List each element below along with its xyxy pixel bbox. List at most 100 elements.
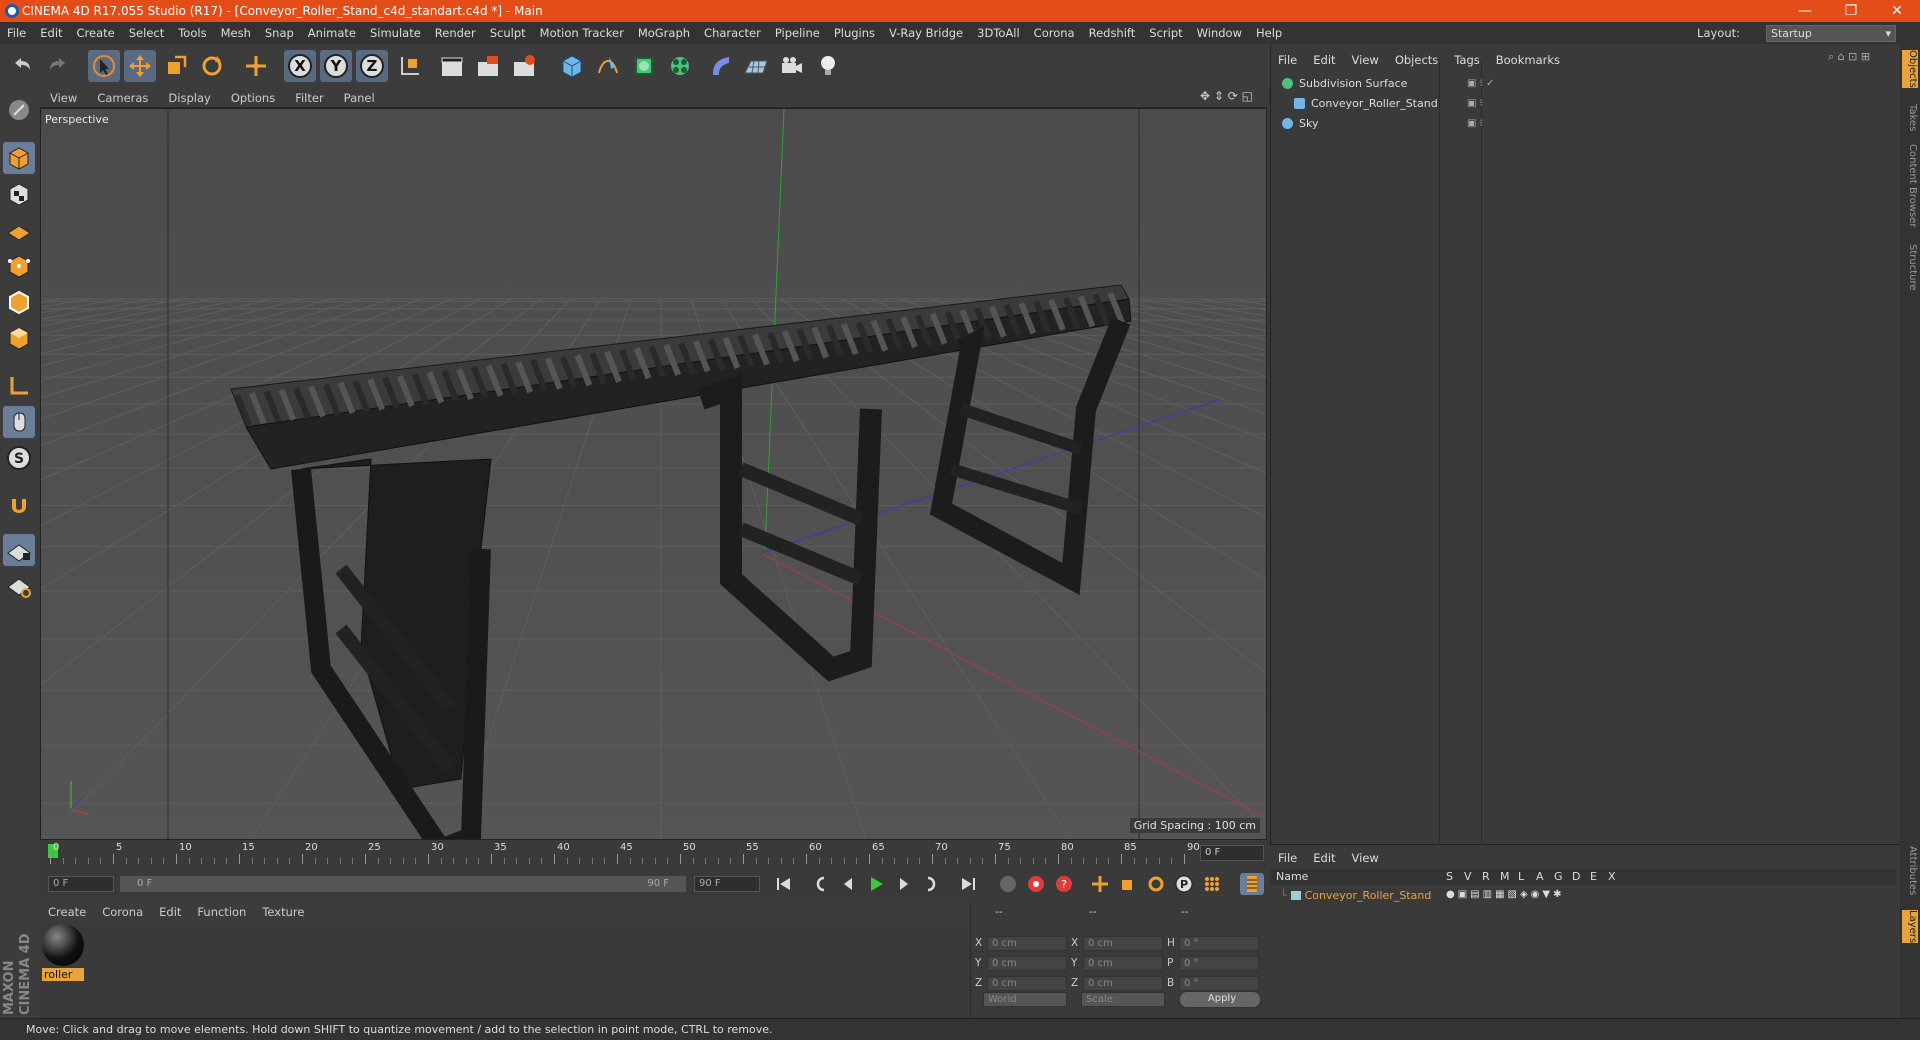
viewport-menu-filter[interactable]: Filter [285,91,333,105]
layer-menu-edit[interactable]: Edit [1305,851,1343,865]
close-button[interactable]: ✕ [1874,0,1920,22]
coord-value-field[interactable]: 0 ° [1179,956,1259,971]
menu-pipeline[interactable]: Pipeline [768,26,827,40]
render-region-button[interactable] [472,50,504,82]
visibility-dots-icon[interactable]: ▣ ⁝ ✓ [1467,78,1494,89]
menu-create[interactable]: Create [70,26,122,40]
current-frame-field[interactable]: 0 F [1200,845,1264,861]
z-axis-button[interactable]: Z [356,50,388,82]
visibility-dots-icon[interactable]: ▣ ⁝ [1467,118,1483,129]
coord-value-field[interactable]: 0 cm [1083,956,1163,971]
menu-window[interactable]: Window [1190,26,1249,40]
menu-mesh[interactable]: Mesh [214,26,258,40]
key-pla-button[interactable] [1200,873,1224,895]
viewport-nav-icons[interactable]: ✥ ⇕ ⟳ ◱ [1200,89,1253,103]
next-key-button[interactable] [920,873,944,895]
play-button[interactable] [864,873,888,895]
layout-select[interactable]: Startup ▾ [1766,25,1896,42]
previous-key-button[interactable] [808,873,832,895]
object-row[interactable]: Sky ▣ ⁝ [1276,114,1876,132]
layer-flag-icons[interactable]: ●▣▤▥▦▧◈◉▼✱ [1446,889,1564,900]
render-settings-button[interactable] [508,50,540,82]
menu-select[interactable]: Select [122,26,171,40]
minimize-button[interactable]: — [1782,0,1828,22]
texture-mode-button[interactable] [3,178,35,210]
next-frame-button[interactable] [892,873,916,895]
subdivision-surface-button[interactable] [628,50,660,82]
coord-space-dropdown[interactable]: World [983,992,1067,1007]
menu-animate[interactable]: Animate [301,26,363,40]
coord-value-field[interactable]: 0 cm [987,976,1067,991]
menu-help[interactable]: Help [1249,26,1289,40]
key-scale-button[interactable] [1116,873,1140,895]
cloner-button[interactable] [664,50,696,82]
viewport-menu-display[interactable]: Display [158,91,220,105]
layer-row[interactable]: └ Conveyor_Roller_Stand [1280,887,1431,903]
camera-button[interactable] [776,50,808,82]
menu-mograph[interactable]: MoGraph [631,26,697,40]
menu-script[interactable]: Script [1142,26,1189,40]
axis-mode-button[interactable] [3,370,35,402]
timeline-window-button[interactable] [1240,873,1264,895]
menu-tools[interactable]: Tools [171,26,213,40]
tab-layers[interactable]: Layers [1902,910,1918,944]
material-menu-create[interactable]: Create [40,905,94,919]
object-manager-nav-icons[interactable]: ⌕ ⌂ ⊡ ⊞ [1828,50,1870,64]
menu-edit[interactable]: Edit [33,26,69,40]
snap-toggle-button[interactable]: S [3,442,35,474]
timeline-ruler[interactable]: 0 5 10 15 20 25 30 35 40 45 50 55 60 65 70 75 80 85 90 [40,842,1267,864]
menu-character[interactable]: Character [697,26,768,40]
start-frame-field[interactable]: 0 F [48,876,114,892]
live-selection-button[interactable] [88,50,120,82]
coord-value-field[interactable]: 0 cm [987,956,1067,971]
edges-mode-button[interactable] [3,286,35,318]
menu-sculpt[interactable]: Sculpt [483,26,533,40]
menu-render[interactable]: Render [428,26,483,40]
object-menu-view[interactable]: View [1344,53,1387,67]
undo-button[interactable] [6,50,38,82]
object-row[interactable]: Conveyor_Roller_Stand ▣ ⁝ [1276,94,1876,112]
record-keys-button[interactable] [996,873,1020,895]
visibility-dots-icon[interactable]: ▣ ⁝ [1467,98,1483,109]
object-menu-bookmarks[interactable]: Bookmarks [1488,53,1568,67]
key-rotation-button[interactable] [1144,873,1168,895]
material-menu-edit[interactable]: Edit [151,905,189,919]
coord-value-field[interactable]: 0 cm [1083,936,1163,951]
pen-spline-button[interactable] [592,50,624,82]
menu-3dtoall[interactable]: 3DToAll [970,26,1027,40]
viewport-menu-cameras[interactable]: Cameras [87,91,158,105]
menu-redshift[interactable]: Redshift [1082,26,1143,40]
viewport-menu-options[interactable]: Options [221,91,285,105]
coord-value-field[interactable]: 0 cm [987,936,1067,951]
go-to-end-button[interactable] [956,873,980,895]
keyframe-selection-button[interactable]: ? [1052,873,1076,895]
object-menu-tags[interactable]: Tags [1446,53,1487,67]
coord-value-field[interactable]: 0 cm [1083,976,1163,991]
menu-file[interactable]: File [0,26,33,40]
end-frame-field[interactable]: 90 F [694,876,760,892]
model-mode-button[interactable] [3,142,35,174]
material-menu-corona[interactable]: Corona [94,905,151,919]
layer-menu-file[interactable]: File [1270,851,1305,865]
layer-menu-view[interactable]: View [1344,851,1387,865]
autokey-button[interactable] [1024,873,1048,895]
tab-objects[interactable]: Objects [1902,50,1918,88]
tab-content-browser[interactable]: Content Browser [1902,144,1918,227]
transform-tool-button[interactable] [240,50,272,82]
object-row[interactable]: Subdivision Surface ▣ ⁝ ✓ [1276,74,1876,92]
polygons-mode-button[interactable] [3,322,35,354]
tab-takes[interactable]: Takes [1902,104,1918,131]
coord-value-field[interactable]: 0 ° [1179,976,1259,991]
make-editable-button[interactable] [3,94,35,126]
tweak-mode-button[interactable] [3,406,35,438]
object-menu-edit[interactable]: Edit [1305,53,1343,67]
layer-color-swatch[interactable] [1290,890,1301,900]
object-menu-objects[interactable]: Objects [1387,53,1446,67]
material-slot-roller[interactable]: roller [42,924,84,984]
tab-attributes[interactable]: Attributes [1902,846,1918,895]
menu-motion-tracker[interactable]: Motion Tracker [533,26,631,40]
key-position-button[interactable] [1088,873,1112,895]
magnet-button[interactable] [3,490,35,522]
scale-tool-button[interactable] [160,50,192,82]
viewport-menu-panel[interactable]: Panel [334,91,385,105]
